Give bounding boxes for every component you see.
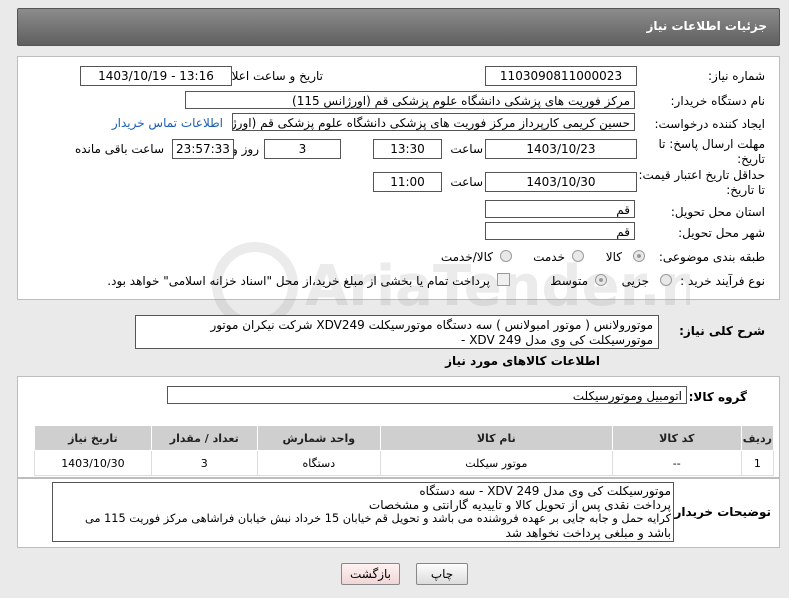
buyer-notes-line-4: باشد و مبلغی پرداخت نخواهد شد	[505, 526, 671, 540]
category-option-goods: کالا	[605, 250, 622, 264]
buyer-notes-label: توضیحات خریدار:	[669, 505, 771, 519]
cell-name: موتور سیکلت	[379, 450, 613, 476]
category-option-both: کالا/خدمت	[440, 250, 493, 264]
creator-label: ایجاد کننده درخواست:	[654, 117, 765, 131]
buyer-notes-line-2: پرداخت نقدی پس از تحویل کالا و تاییدیه گ…	[368, 498, 671, 512]
province-label: استان محل تحویل:	[670, 205, 765, 219]
deadline-label: مهلت ارسال پاسخ: تا تاریخ:	[658, 137, 765, 166]
back-button[interactable]: بازگشت	[341, 563, 400, 585]
category-radio-goods[interactable]	[633, 250, 645, 262]
goods-group-label: گروه کالا:	[688, 390, 747, 404]
description-label: شرح کلی نیاز:	[679, 324, 765, 338]
col-unit: واحد شمارش	[256, 425, 381, 451]
buyer-field: مرکز فوریت های پزشکی دانشگاه علوم پزشکی …	[185, 91, 635, 109]
buyer-notes-line-3: کرایه حمل و جابه جایی بر عهده فروشنده می…	[85, 512, 671, 525]
goods-section-title: اطلاعات کالاهای مورد نیاز	[445, 354, 600, 368]
process-radio-medium[interactable]	[595, 274, 607, 286]
buyer-contact-link[interactable]: اطلاعات تماس خریدار	[112, 116, 223, 130]
province-field: قم	[485, 200, 635, 218]
cell-row: 1	[740, 450, 775, 476]
process-label: نوع فرآیند خرید :	[680, 274, 765, 288]
cell-date: 1403/10/30	[34, 450, 152, 476]
col-row: ردیف	[740, 425, 775, 451]
city-label: شهر محل تحویل:	[678, 226, 765, 240]
goods-table: ردیف کد کالا نام کالا واحد شمارش تعداد /…	[34, 425, 775, 476]
page-title: جزئیات اطلاعات نیاز	[646, 19, 767, 33]
cell-qty: 3	[150, 450, 258, 476]
remaining-label: ساعت باقی مانده	[74, 142, 164, 156]
col-qty: تعداد / مقدار	[150, 425, 258, 451]
print-button[interactable]: چاپ	[416, 563, 468, 585]
process-option-medium: متوسط	[550, 274, 588, 288]
buyer-label: نام دستگاه خریدار:	[670, 94, 766, 108]
announce-field: 1403/10/19 - 13:16	[80, 66, 232, 86]
treasury-checkbox[interactable]	[497, 273, 510, 286]
city-field: قم	[485, 222, 635, 240]
deadline-time-label: ساعت	[450, 142, 483, 156]
need-number-label: شماره نیاز:	[708, 69, 765, 83]
table-row: 1 -- موتور سیکلت دستگاه 3 1403/10/30	[34, 450, 775, 476]
deadline-date-field: 1403/10/23	[485, 139, 637, 159]
col-code: کد کالا	[611, 425, 742, 451]
creator-field: حسین کریمی کارپرداز مرکز فوریت های پزشکی…	[232, 113, 635, 131]
description-line-2: موتورسیکلت کی وی مدل XDV 249 -	[461, 333, 653, 347]
table-header-row: ردیف کد کالا نام کالا واحد شمارش تعداد /…	[34, 425, 775, 451]
validity-date-field: 1403/10/30	[485, 172, 637, 192]
process-radio-minor[interactable]	[660, 274, 672, 286]
buyer-notes-line-1: موتورسیکلت کی وی مدل XDV 249 - سه دستگاه	[419, 484, 671, 498]
cell-unit: دستگاه	[256, 450, 381, 476]
need-number-field: 1103090811000023	[485, 66, 637, 86]
validity-time-field: 11:00	[373, 172, 442, 192]
validity-label: حداقل تاریخ اعتبار قیمت: تا تاریخ:	[638, 168, 765, 197]
description-line-1: موتورولانس ( موتور امبولانس ) سه دستگاه …	[210, 318, 653, 332]
page-header: جزئیات اطلاعات نیاز	[17, 8, 780, 46]
category-radio-service[interactable]	[572, 250, 584, 262]
cell-code: --	[611, 450, 742, 476]
category-label: طبقه بندی موضوعی:	[658, 250, 765, 264]
goods-group-field: اتومبیل وموتورسیکلت	[167, 386, 687, 404]
deadline-time-field: 13:30	[373, 139, 442, 159]
validity-time-label: ساعت	[450, 175, 483, 189]
col-name: نام کالا	[379, 425, 613, 451]
payment-note: پرداخت تمام یا بخشی از مبلغ خرید،از محل …	[107, 274, 490, 288]
col-date: تاریخ نیاز	[34, 425, 152, 451]
category-option-service: خدمت	[533, 250, 565, 264]
process-option-minor: جزیی	[621, 274, 649, 288]
days-field: 3	[264, 139, 341, 159]
days-label: روز و	[232, 142, 259, 156]
remaining-time-field: 23:57:33	[172, 139, 234, 159]
category-radio-both[interactable]	[500, 250, 512, 262]
